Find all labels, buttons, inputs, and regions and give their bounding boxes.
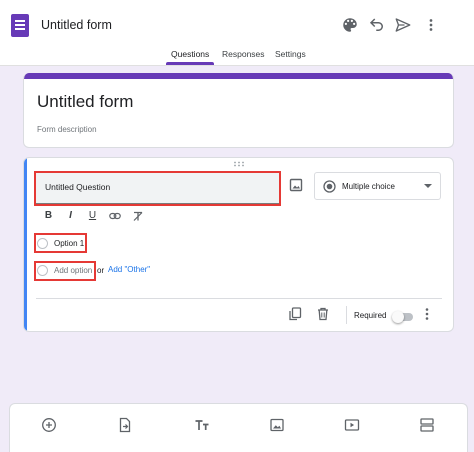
question-title-highlight: [34, 171, 281, 206]
add-section-icon[interactable]: [419, 417, 435, 433]
more-options-icon[interactable]: [423, 307, 431, 321]
forms-logo-icon[interactable]: [11, 14, 29, 37]
undo-icon[interactable]: [368, 16, 386, 34]
question-toolbar: [9, 403, 468, 452]
form-title-card[interactable]: Untitled form Form description: [23, 73, 454, 148]
add-title-icon[interactable]: [194, 417, 210, 433]
add-video-icon[interactable]: [344, 417, 360, 433]
question-card[interactable]: Untitled Question Multiple choice B I U …: [23, 157, 454, 332]
duplicate-icon[interactable]: [288, 307, 302, 321]
link-icon[interactable]: [109, 211, 121, 223]
tab-questions[interactable]: Questions: [171, 49, 209, 59]
add-question-icon[interactable]: [41, 417, 57, 433]
active-question-indicator: [24, 158, 27, 331]
required-label: Required: [354, 311, 387, 320]
tab-settings[interactable]: Settings: [275, 49, 306, 59]
add-other-link[interactable]: Add "Other": [108, 265, 150, 274]
question-type-dropdown[interactable]: Multiple choice: [314, 172, 441, 200]
theme-accent-bar: [24, 73, 453, 79]
app-header: Untitled form Questions Responses Settin…: [0, 0, 474, 66]
clear-formatting-icon[interactable]: [132, 211, 143, 223]
active-tab-indicator: [166, 62, 214, 65]
more-vert-icon[interactable]: [422, 16, 440, 34]
question-type-label: Multiple choice: [342, 182, 395, 191]
import-questions-icon[interactable]: [117, 417, 133, 433]
add-image-icon[interactable]: [269, 417, 285, 433]
app-title[interactable]: Untitled form: [41, 18, 112, 32]
option-highlight: [34, 233, 87, 253]
card-footer-divider: [36, 298, 442, 299]
required-toggle-knob[interactable]: [392, 311, 404, 323]
italic-icon[interactable]: I: [65, 210, 76, 222]
dropdown-arrow-icon: [424, 184, 432, 188]
or-text: or: [97, 266, 105, 275]
add-image-icon[interactable]: [289, 178, 303, 192]
radio-button-icon: [323, 180, 336, 193]
bold-icon[interactable]: B: [43, 210, 54, 222]
form-title[interactable]: Untitled form: [37, 92, 133, 112]
send-icon[interactable]: [394, 16, 412, 34]
add-option-highlight: [34, 261, 96, 281]
palette-icon[interactable]: [341, 16, 359, 34]
form-description[interactable]: Form description: [37, 125, 97, 134]
drag-handle-icon[interactable]: [233, 161, 245, 167]
underline-icon[interactable]: U: [87, 210, 98, 222]
delete-icon[interactable]: [316, 307, 330, 321]
footer-separator: [346, 306, 347, 324]
tab-responses[interactable]: Responses: [222, 49, 265, 59]
